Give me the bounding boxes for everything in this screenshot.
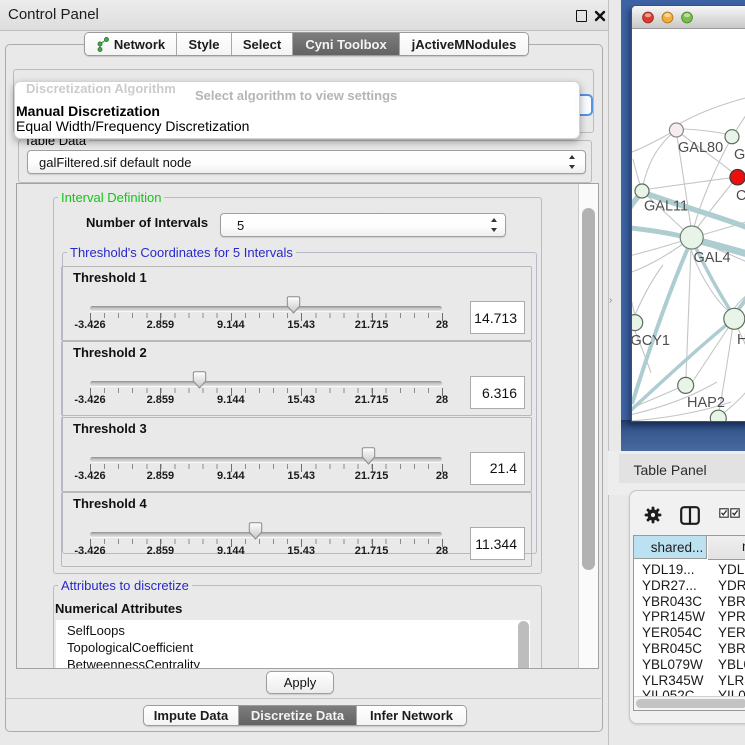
- svg-text:HAP2: HAP2: [687, 395, 725, 411]
- svg-text:GAL80: GAL80: [678, 140, 723, 156]
- svg-text:GAL11: GAL11: [644, 199, 688, 215]
- svg-text:H: H: [737, 332, 745, 348]
- svg-text:GAL4: GAL4: [694, 250, 731, 266]
- svg-text:GCY1: GCY1: [632, 333, 670, 349]
- svg-text:GA: GA: [734, 147, 745, 163]
- svg-text:C: C: [736, 188, 745, 204]
